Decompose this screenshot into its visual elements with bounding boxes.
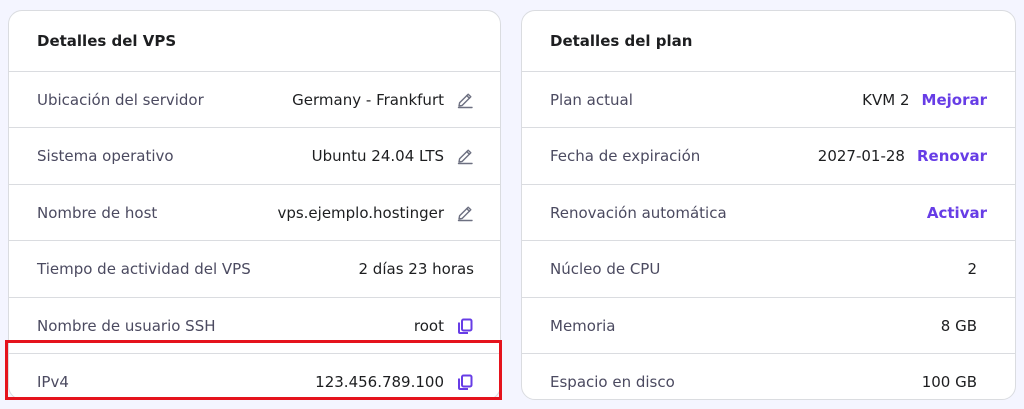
row-auto-renewal: Renovación automática Activar bbox=[522, 184, 1015, 240]
copy-icon[interactable] bbox=[456, 373, 474, 391]
plan-details-card: Detalles del plan Plan actual KVM 2 Mejo… bbox=[521, 10, 1016, 400]
row-label: Ubicación del servidor bbox=[37, 90, 204, 109]
row-uptime: Tiempo de actividad del VPS 2 días 23 ho… bbox=[9, 240, 500, 296]
row-value: Ubuntu 24.04 LTS bbox=[311, 146, 444, 165]
row-value: 100 GB bbox=[921, 372, 977, 391]
copy-icon[interactable] bbox=[456, 317, 474, 335]
row-label: Nombre de usuario SSH bbox=[37, 316, 216, 335]
row-value: 123.456.789.100 bbox=[315, 372, 444, 391]
row-label: Núcleo de CPU bbox=[550, 259, 661, 278]
renew-link[interactable]: Renovar bbox=[917, 147, 987, 165]
row-value: root bbox=[413, 316, 444, 335]
row-value: 2 bbox=[967, 259, 977, 278]
vps-details-title: Detalles del VPS bbox=[37, 32, 177, 50]
vps-details-card: Detalles del VPS Ubicación del servidor … bbox=[8, 10, 501, 400]
row-label: Espacio en disco bbox=[550, 372, 675, 391]
row-label: Fecha de expiración bbox=[550, 146, 701, 165]
row-expiration-date: Fecha de expiración 2027-01-28 Renovar bbox=[522, 127, 1015, 183]
row-disk-space: Espacio en disco 100 GB bbox=[522, 353, 1015, 409]
pencil-icon[interactable] bbox=[456, 147, 474, 165]
row-label: Plan actual bbox=[550, 90, 633, 109]
row-value: vps.ejemplo.hostinger bbox=[277, 203, 444, 222]
row-current-plan: Plan actual KVM 2 Mejorar bbox=[522, 71, 1015, 127]
row-server-location: Ubicación del servidor Germany - Frankfu… bbox=[9, 71, 500, 127]
row-value: 2 días 23 horas bbox=[358, 259, 475, 278]
row-ipv4: IPv4 123.456.789.100 bbox=[9, 353, 500, 409]
row-label: Nombre de host bbox=[37, 203, 158, 222]
row-hostname: Nombre de host vps.ejemplo.hostinger bbox=[9, 184, 500, 240]
row-label: Renovación automática bbox=[550, 203, 727, 222]
row-memory: Memoria 8 GB bbox=[522, 297, 1015, 353]
pencil-icon[interactable] bbox=[456, 91, 474, 109]
row-label: IPv4 bbox=[37, 372, 69, 391]
row-label: Memoria bbox=[550, 316, 616, 335]
row-value: 8 GB bbox=[940, 316, 977, 335]
upgrade-link[interactable]: Mejorar bbox=[922, 91, 987, 109]
pencil-icon[interactable] bbox=[456, 204, 474, 222]
row-label: Sistema operativo bbox=[37, 146, 174, 165]
row-value: 2027-01-28 bbox=[817, 146, 905, 165]
row-value: KVM 2 bbox=[862, 90, 910, 109]
activate-link[interactable]: Activar bbox=[927, 204, 987, 222]
row-operating-system: Sistema operativo Ubuntu 24.04 LTS bbox=[9, 127, 500, 183]
plan-details-title: Detalles del plan bbox=[550, 32, 693, 50]
row-cpu-cores: Núcleo de CPU 2 bbox=[522, 240, 1015, 296]
row-label: Tiempo de actividad del VPS bbox=[37, 259, 251, 278]
row-value: Germany - Frankfurt bbox=[292, 90, 444, 109]
row-ssh-username: Nombre de usuario SSH root bbox=[9, 297, 500, 353]
